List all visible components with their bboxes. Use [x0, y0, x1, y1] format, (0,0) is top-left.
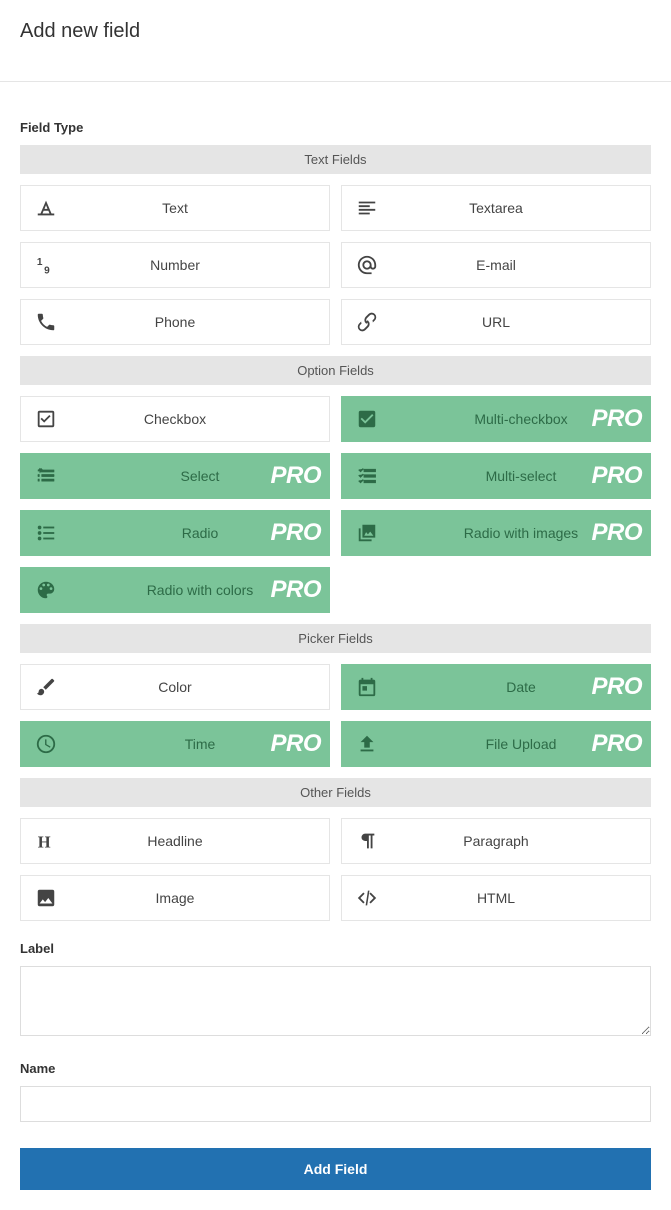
checkbox-icon — [21, 408, 71, 430]
field-select[interactable]: Select PRO — [20, 453, 330, 499]
label-label: Label — [20, 941, 651, 956]
field-number[interactable]: 19 Number — [20, 242, 330, 288]
field-label: URL — [392, 314, 650, 330]
link-icon — [342, 311, 392, 333]
select-icon — [21, 465, 71, 487]
number-icon: 19 — [21, 254, 71, 276]
group-header-text: Text Fields — [20, 145, 651, 174]
field-label: Number — [71, 257, 329, 273]
field-label: Paragraph — [392, 833, 650, 849]
name-label: Name — [20, 1061, 651, 1076]
palette-icon — [21, 579, 71, 601]
pro-badge: PRO — [270, 462, 321, 490]
field-label: Color — [71, 679, 329, 695]
code-icon — [342, 887, 392, 909]
svg-text:9: 9 — [44, 265, 50, 276]
upload-icon — [342, 733, 392, 755]
paragraph-icon — [342, 830, 392, 852]
field-label: Checkbox — [71, 411, 329, 427]
brush-icon — [21, 676, 71, 698]
field-label: Text — [71, 200, 329, 216]
field-multiselect[interactable]: Multi-select PRO — [341, 453, 651, 499]
field-text[interactable]: Text — [20, 185, 330, 231]
pro-badge: PRO — [270, 730, 321, 758]
group-header-option: Option Fields — [20, 356, 651, 385]
field-radiocolors[interactable]: Radio with colors PRO — [20, 567, 330, 613]
field-fileupload[interactable]: File Upload PRO — [341, 721, 651, 767]
field-multicheckbox[interactable]: Multi-checkbox PRO — [341, 396, 651, 442]
font-icon — [21, 197, 71, 219]
svg-text:1: 1 — [37, 257, 43, 268]
calendar-icon — [342, 676, 392, 698]
name-input[interactable] — [20, 1086, 651, 1122]
pro-badge: PRO — [591, 730, 642, 758]
field-phone[interactable]: Phone — [20, 299, 330, 345]
field-textarea[interactable]: Textarea — [341, 185, 651, 231]
field-headline[interactable]: H Headline — [20, 818, 330, 864]
pro-badge: PRO — [270, 576, 321, 604]
pro-badge: PRO — [591, 405, 642, 433]
radio-icon — [21, 522, 71, 544]
group-header-other: Other Fields — [20, 778, 651, 807]
field-label: Image — [71, 890, 329, 906]
field-label: E-mail — [392, 257, 650, 273]
group-header-picker: Picker Fields — [20, 624, 651, 653]
field-html[interactable]: HTML — [341, 875, 651, 921]
pro-badge: PRO — [591, 462, 642, 490]
image-icon — [21, 887, 71, 909]
pro-badge: PRO — [591, 673, 642, 701]
images-icon — [342, 522, 392, 544]
pro-badge: PRO — [591, 519, 642, 547]
field-checkbox[interactable]: Checkbox — [20, 396, 330, 442]
field-email[interactable]: E-mail — [341, 242, 651, 288]
field-date[interactable]: Date PRO — [341, 664, 651, 710]
page-title: Add new field — [20, 20, 651, 43]
field-url[interactable]: URL — [341, 299, 651, 345]
field-label: Textarea — [392, 200, 650, 216]
field-type-label: Field Type — [20, 120, 651, 135]
field-label: Phone — [71, 314, 329, 330]
field-color[interactable]: Color — [20, 664, 330, 710]
field-image[interactable]: Image — [20, 875, 330, 921]
pro-badge: PRO — [270, 519, 321, 547]
heading-icon: H — [21, 830, 71, 852]
field-label: Headline — [71, 833, 329, 849]
at-icon — [342, 254, 392, 276]
label-input[interactable] — [20, 966, 651, 1036]
field-paragraph[interactable]: Paragraph — [341, 818, 651, 864]
field-label: HTML — [392, 890, 650, 906]
clock-icon — [21, 733, 71, 755]
multi-checkbox-icon — [342, 408, 392, 430]
field-radio[interactable]: Radio PRO — [20, 510, 330, 556]
add-field-button[interactable]: Add Field — [20, 1148, 651, 1190]
field-time[interactable]: Time PRO — [20, 721, 330, 767]
field-radioimages[interactable]: Radio with images PRO — [341, 510, 651, 556]
svg-text:H: H — [38, 832, 51, 851]
align-left-icon — [342, 197, 392, 219]
multi-select-icon — [342, 465, 392, 487]
phone-icon — [21, 311, 71, 333]
